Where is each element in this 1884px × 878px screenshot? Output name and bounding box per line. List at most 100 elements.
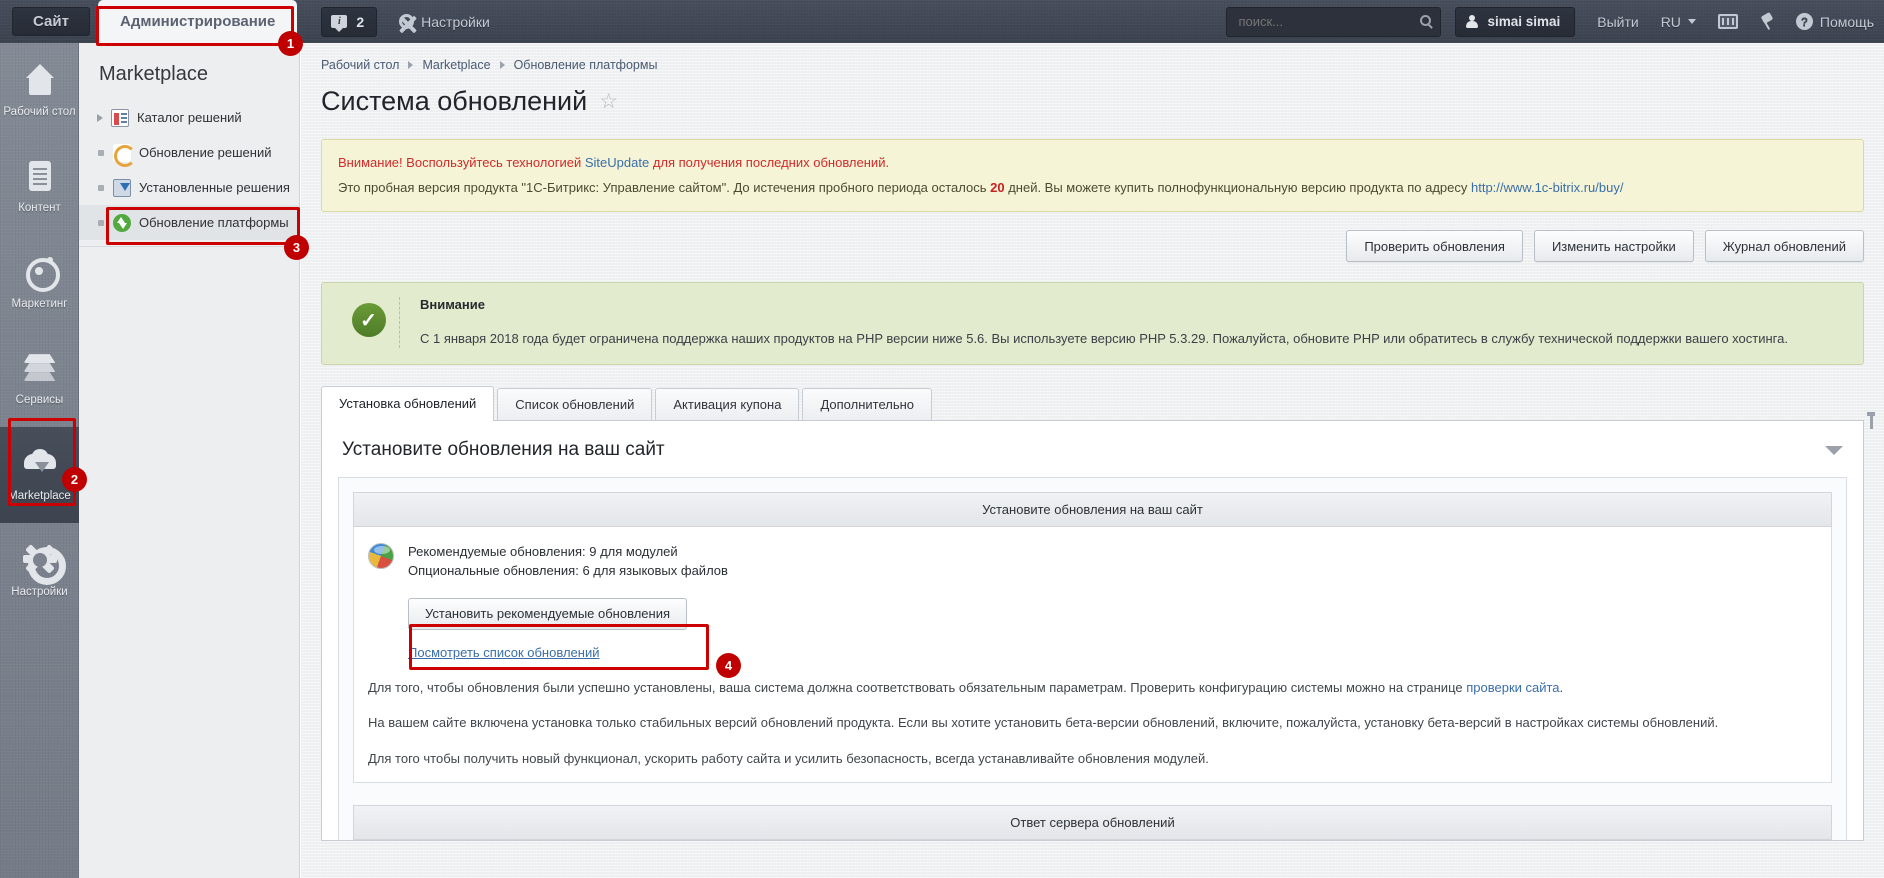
- paragraph-requirements: Для того, чтобы обновления были успешно …: [368, 678, 1817, 698]
- notice-icon-area: ✓: [338, 297, 400, 348]
- chevron-down-icon: [1688, 19, 1696, 24]
- php-notice-box: ✓ Внимание С 1 января 2018 года будет ог…: [321, 282, 1864, 365]
- tab-administration[interactable]: Администрирование: [98, 0, 297, 43]
- bullet-icon: [98, 150, 104, 156]
- bitrix-logo-icon: [368, 543, 394, 569]
- callout-number-3: 3: [284, 235, 309, 260]
- language-selector[interactable]: RU: [1661, 14, 1696, 30]
- platform-update-icon: [113, 214, 131, 232]
- update-log-button[interactable]: Журнал обновлений: [1705, 230, 1864, 262]
- search-input[interactable]: [1227, 8, 1440, 36]
- language-label: RU: [1661, 14, 1681, 30]
- server-response-heading: Ответ сервера обновлений: [353, 805, 1832, 840]
- rail-item-services[interactable]: Сервисы: [0, 331, 79, 427]
- keyboard-button[interactable]: [1718, 14, 1738, 29]
- tab-additional[interactable]: Дополнительно: [802, 388, 932, 420]
- chevron-down-icon[interactable]: [1825, 446, 1843, 455]
- settings-link[interactable]: Настройки: [399, 14, 490, 30]
- site-button[interactable]: Сайт: [12, 7, 90, 36]
- help-label: Помощь: [1820, 14, 1874, 30]
- target-icon: [20, 254, 60, 292]
- optional-suffix: для языковых файлов: [590, 563, 728, 578]
- logout-label: Выйти: [1597, 14, 1638, 30]
- document-icon: [20, 158, 60, 196]
- rail-item-desktop[interactable]: Рабочий стол: [0, 43, 79, 139]
- paragraph-stable-versions: На вашем сайте включена установка только…: [368, 713, 1817, 733]
- rail-item-marketing[interactable]: Маркетинг: [0, 235, 79, 331]
- breadcrumb-separator-icon: [500, 61, 505, 69]
- pin-icon: [1760, 14, 1774, 30]
- rail-item-settings[interactable]: Настройки: [0, 523, 79, 619]
- optional-line: Опциональные обновления: 6 для языковых …: [408, 562, 728, 581]
- warning-line-1-before: Внимание! Воспользуйтесь технологией: [338, 155, 585, 170]
- site-check-link[interactable]: проверки сайта: [1466, 680, 1559, 695]
- breadcrumb: Рабочий стол Marketplace Обновление плат…: [301, 43, 1884, 72]
- refresh-icon: [113, 144, 131, 162]
- search-icon[interactable]: [1420, 15, 1431, 26]
- view-updates-list-link[interactable]: Посмотреть список обновлений: [408, 645, 599, 660]
- recommended-line: Рекомендуемые обновления: 9 для модулей: [408, 543, 728, 562]
- optional-label: Опциональные обновления:: [408, 563, 582, 578]
- catalog-icon: [111, 109, 129, 127]
- gear-icon: [399, 14, 414, 29]
- callout-number-2: 2: [62, 467, 87, 492]
- sidebar-item-installed[interactable]: Установленные решения: [79, 170, 299, 205]
- user-name: simai simai: [1487, 14, 1560, 29]
- rail-label-settings: Настройки: [11, 586, 67, 600]
- sidebar-item-platform-update[interactable]: Обновление платформы: [79, 205, 299, 240]
- breadcrumb-item-marketplace[interactable]: Marketplace: [422, 58, 490, 72]
- sidebar-item-catalog[interactable]: Каталог решений: [79, 100, 299, 135]
- siteupdate-link[interactable]: SiteUpdate: [585, 155, 649, 170]
- tab-coupon-activation[interactable]: Активация купона: [655, 388, 799, 420]
- logout-link[interactable]: Выйти: [1597, 14, 1638, 30]
- check-circle-icon: ✓: [352, 303, 386, 337]
- breadcrumb-item-platform-update[interactable]: Обновление платформы: [514, 58, 658, 72]
- panel-subheading: Установите обновления на ваш сайт: [353, 492, 1832, 527]
- layers-icon: [20, 350, 60, 388]
- paragraph-benefits: Для того чтобы получить новый функционал…: [368, 749, 1817, 769]
- warning-line-2-before: Это пробная версия продукта "1С-Битрикс:…: [338, 180, 990, 195]
- main-content: Рабочий стол Marketplace Обновление плат…: [301, 43, 1884, 878]
- trial-days-left: 20: [990, 180, 1004, 195]
- recommended-label: Рекомендуемые обновления:: [408, 544, 589, 559]
- star-icon[interactable]: ☆: [599, 89, 618, 114]
- action-toolbar: Проверить обновления Изменить настройки …: [321, 230, 1864, 262]
- para1-before: Для того, чтобы обновления были успешно …: [368, 680, 1466, 695]
- panel-inner: Установите обновления на ваш сайт Рекоме…: [338, 477, 1847, 841]
- bullet-icon: [98, 185, 104, 191]
- change-settings-button[interactable]: Изменить настройки: [1534, 230, 1694, 262]
- notice-heading: Внимание: [420, 297, 1788, 312]
- notification-count: 2: [356, 14, 364, 30]
- pin-button[interactable]: [1760, 14, 1774, 30]
- tab-install-updates[interactable]: Установка обновлений: [321, 386, 494, 420]
- question-mark-icon: ?: [1796, 13, 1813, 30]
- icon-rail: Рабочий стол Контент Маркетинг Сервисы M…: [0, 43, 79, 878]
- sidebar-item-solution-update[interactable]: Обновление решений: [79, 135, 299, 170]
- bullet-icon: [98, 220, 104, 226]
- settings-label: Настройки: [421, 14, 490, 30]
- rail-label-marketing: Маркетинг: [12, 298, 68, 312]
- chevron-right-icon[interactable]: [97, 114, 103, 122]
- para1-after: .: [1560, 680, 1564, 695]
- warning-line-1: Внимание! Воспользуйтесь технологией Sit…: [338, 153, 1847, 173]
- sidebar-divider: [79, 246, 299, 247]
- rail-label-desktop: Рабочий стол: [3, 106, 75, 120]
- sidebar-menu: Marketplace Каталог решений Обновление р…: [79, 43, 300, 878]
- install-recommended-updates-button[interactable]: Установить рекомендуемые обновления: [408, 598, 687, 630]
- callout-number-1: 1: [278, 31, 303, 56]
- search-box[interactable]: [1226, 7, 1441, 37]
- buy-link[interactable]: http://www.1c-bitrix.ru/buy/: [1471, 180, 1623, 195]
- breadcrumb-item-desktop[interactable]: Рабочий стол: [321, 58, 399, 72]
- help-link[interactable]: ? Помощь: [1796, 13, 1874, 30]
- rail-item-content[interactable]: Контент: [0, 139, 79, 235]
- install-updates-panel: Установите обновления на ваш сайт Устано…: [321, 421, 1864, 841]
- check-updates-button[interactable]: Проверить обновления: [1346, 230, 1523, 262]
- info-icon: i: [331, 15, 347, 28]
- notifications-chip[interactable]: i 2: [321, 7, 377, 37]
- rail-label-marketplace: Marketplace: [8, 490, 71, 504]
- user-menu[interactable]: simai simai: [1455, 7, 1575, 37]
- breadcrumb-separator-icon: [408, 61, 413, 69]
- notice-body: Внимание С 1 января 2018 года будет огра…: [400, 297, 1788, 348]
- recommended-suffix: для модулей: [596, 544, 677, 559]
- tab-update-list[interactable]: Список обновлений: [497, 388, 652, 420]
